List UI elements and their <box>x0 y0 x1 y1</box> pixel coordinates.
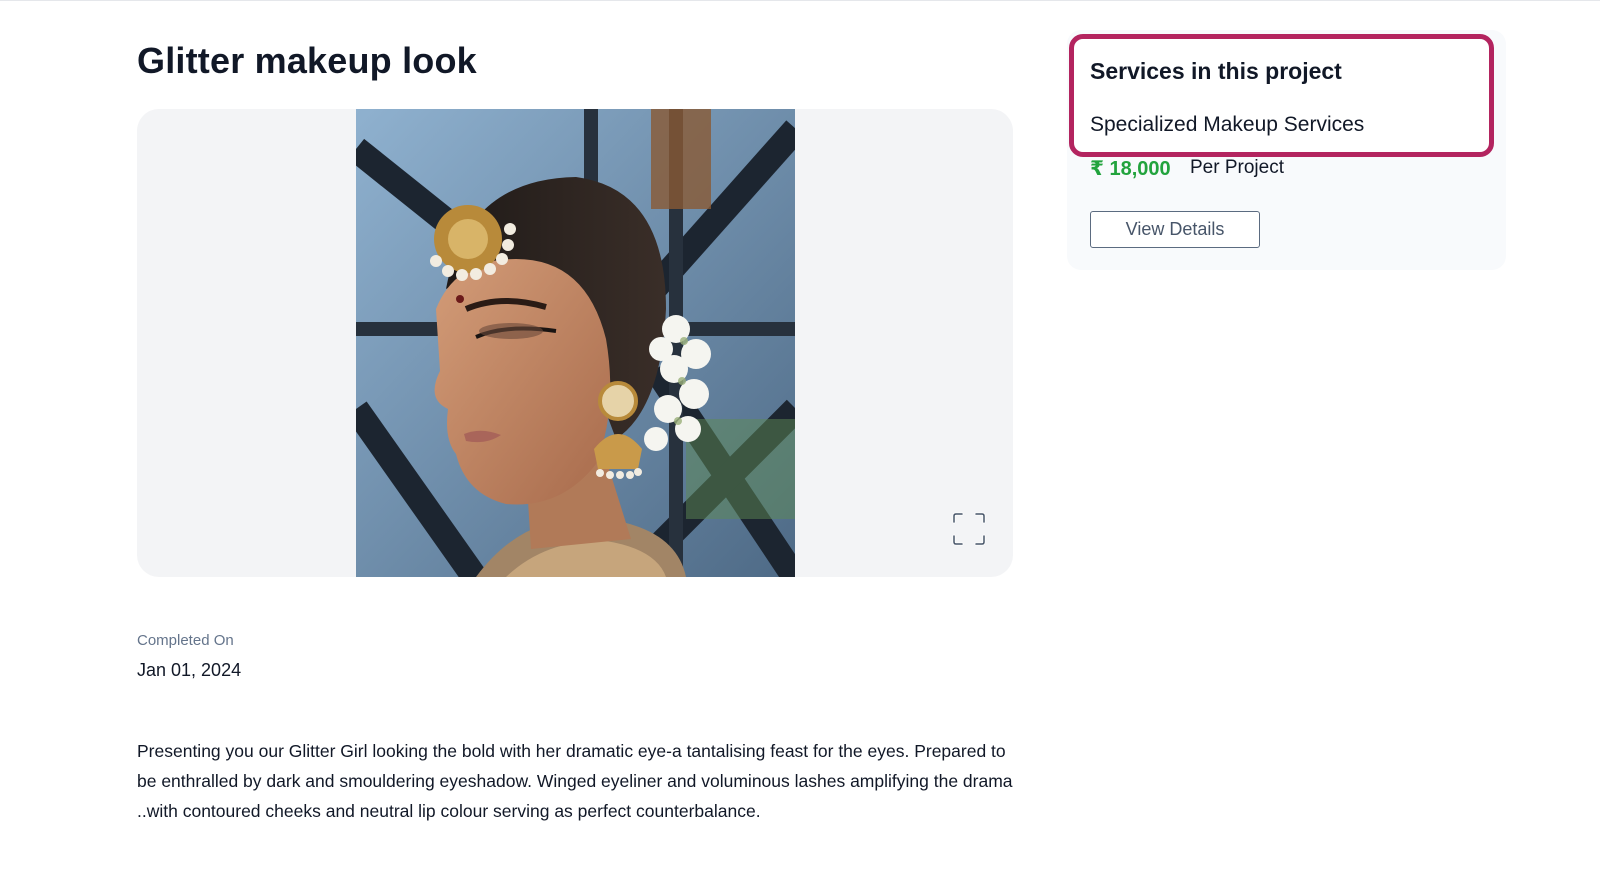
price-unit: Per Project <box>1190 157 1284 178</box>
service-price: ₹ 18,000 <box>1090 158 1171 180</box>
services-title: Services in this project <box>1090 58 1342 84</box>
view-details-button[interactable]: View Details <box>1090 211 1260 248</box>
page-title: Glitter makeup look <box>137 40 477 81</box>
completed-date: Jan 01, 2024 <box>137 660 242 680</box>
bride-portrait-image <box>356 109 795 577</box>
project-description: Presenting you our Glitter Girl looking … <box>137 741 1013 821</box>
completed-on-label: Completed On <box>137 632 234 649</box>
top-divider <box>0 0 1600 1</box>
fullscreen-icon[interactable] <box>951 511 987 547</box>
project-photo[interactable] <box>356 109 795 577</box>
service-name: Specialized Makeup Services <box>1090 113 1365 136</box>
services-highlight <box>1069 34 1494 157</box>
project-gallery <box>137 109 1013 577</box>
